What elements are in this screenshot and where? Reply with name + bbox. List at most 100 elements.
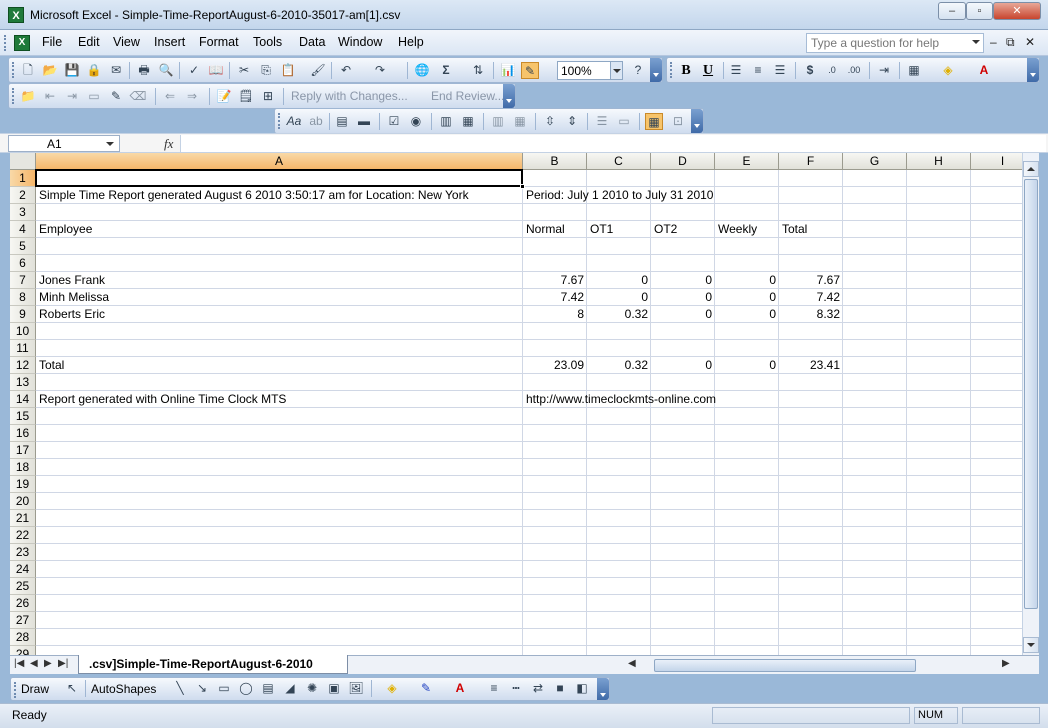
row-header-13[interactable]: 13 [10, 374, 36, 391]
show-comments-icon[interactable]: 🗒 [237, 88, 255, 105]
chevron-down-icon[interactable] [106, 142, 114, 146]
menu-grip[interactable] [4, 35, 7, 51]
scroll-down-button[interactable] [1023, 637, 1039, 653]
underline-icon[interactable]: U [699, 62, 717, 79]
draw-menu-button[interactable]: Draw [21, 682, 49, 696]
name-box[interactable]: A1 [8, 135, 120, 152]
scroll-thumb[interactable] [654, 659, 916, 672]
dash-style-icon[interactable]: ┅ [507, 680, 525, 697]
row-header-16[interactable]: 16 [10, 425, 36, 442]
autosum-icon[interactable]: Σ [437, 62, 455, 79]
column-header-a[interactable]: A [36, 153, 523, 170]
row-header-15[interactable]: 15 [10, 408, 36, 425]
button-icon[interactable]: ▬ [355, 113, 373, 130]
help-search-input[interactable]: Type a question for help [806, 33, 984, 53]
row-header-6[interactable]: 6 [10, 255, 36, 272]
picture-icon[interactable]: 🖼 [347, 680, 365, 697]
scroll-thumb[interactable] [1024, 179, 1038, 609]
end-review-button[interactable]: End Review... [431, 89, 504, 103]
align-center-icon[interactable]: ≡ [749, 62, 767, 79]
fill-color-icon[interactable]: ◈ [939, 62, 957, 79]
fill-color-icon[interactable]: ◈ [383, 680, 401, 697]
toolbar-options-button[interactable] [691, 109, 703, 133]
format-painter-icon[interactable]: 🖌 [309, 62, 327, 79]
cell-a12[interactable]: Total [36, 357, 67, 374]
menu-window[interactable]: Window [338, 35, 382, 49]
copy-icon[interactable]: ⎘ [257, 62, 275, 79]
row-header-28[interactable]: 28 [10, 629, 36, 646]
cell-e7[interactable]: 0 [715, 272, 779, 289]
toolbar-options-button[interactable] [650, 58, 662, 82]
combo-list-icon[interactable]: ▥ [489, 113, 507, 130]
cell-b8[interactable]: 7.42 [523, 289, 587, 306]
first-sheet-button[interactable]: |◀ [14, 658, 24, 669]
row-header-9[interactable]: 9 [10, 306, 36, 323]
row-header-11[interactable]: 11 [10, 340, 36, 357]
spreadsheet-grid[interactable]: A B C D E F G H I 1 2 3 4 5 6 7 8 9 10 11 12 13 14 15 16 17 18 19 20… [10, 153, 1022, 655]
row-header-5[interactable]: 5 [10, 238, 36, 255]
chart-wizard-icon[interactable]: 📊 [499, 62, 517, 79]
folder-icon[interactable]: 📁 [19, 88, 37, 105]
autoshapes-menu-button[interactable]: AutoShapes [91, 682, 156, 696]
cell-a14[interactable]: Report generated with Online Time Clock … [36, 391, 289, 408]
cell-a9[interactable]: Roberts Eric [36, 306, 108, 323]
row-header-1[interactable]: 1 [10, 170, 36, 187]
zoom-select[interactable]: 100% [557, 61, 623, 80]
row-header-27[interactable]: 27 [10, 612, 36, 629]
toolbar-grip[interactable] [12, 88, 15, 104]
cell-d4[interactable]: OT2 [651, 221, 680, 238]
option-button-icon[interactable]: ◉ [407, 113, 425, 130]
cell-f7[interactable]: 7.67 [779, 272, 843, 289]
font-color-icon[interactable]: A [451, 680, 469, 697]
cell-f9[interactable]: 8.32 [779, 306, 843, 323]
cell-a7[interactable]: Jones Frank [36, 272, 108, 289]
next-sheet-button[interactable]: ▶ [44, 658, 52, 669]
toggle-grid-icon[interactable]: ▦ [645, 113, 663, 130]
toolbar-grip[interactable] [278, 113, 281, 129]
group-box-icon[interactable]: ▤ [333, 113, 351, 130]
3d-icon[interactable]: ◧ [573, 680, 591, 697]
scroll-left-button[interactable]: ◀ [628, 658, 636, 669]
drawing-toggle-icon[interactable]: ✎ [521, 62, 539, 79]
send-icon[interactable]: ⇤ [41, 88, 59, 105]
sheet-tab-active[interactable]: .csv]Simple-Time-ReportAugust-6-2010 [78, 655, 348, 674]
column-header-e[interactable]: E [715, 153, 779, 170]
sort-ascending-icon[interactable]: ⇅ [469, 62, 487, 79]
cell-b2[interactable]: Period: July 1 2010 to July 31 2010 [523, 187, 716, 204]
reply-with-changes-button[interactable]: Reply with Changes... [291, 89, 408, 103]
combo-dropdown-icon[interactable]: ▦ [511, 113, 529, 130]
cell-b7[interactable]: 7.67 [523, 272, 587, 289]
cell-a4[interactable]: Employee [36, 221, 95, 238]
row-header-22[interactable]: 22 [10, 527, 36, 544]
workbook-restore-button[interactable]: ⧉ [1006, 35, 1015, 50]
toolbar-grip[interactable] [14, 682, 17, 698]
menu-data[interactable]: Data [299, 35, 325, 49]
diagram-icon[interactable]: ✺ [303, 680, 321, 697]
select-all-button[interactable] [10, 153, 36, 170]
save-icon[interactable]: 💾 [63, 62, 81, 79]
combo-box-icon[interactable]: ▦ [459, 113, 477, 130]
menu-insert[interactable]: Insert [154, 35, 185, 49]
row-header-2[interactable]: 2 [10, 187, 36, 204]
row-header-8[interactable]: 8 [10, 289, 36, 306]
paste-icon[interactable]: 📋 [279, 62, 297, 79]
scroll-up-button[interactable] [1023, 161, 1039, 177]
line-color-icon[interactable]: ✎ [417, 680, 435, 697]
menu-edit[interactable]: Edit [78, 35, 100, 49]
control-properties-icon[interactable]: ☰ [593, 113, 611, 130]
review-icon[interactable]: ⊞ [259, 88, 277, 105]
cell-a8[interactable]: Minh Melissa [36, 289, 112, 306]
edit-code-icon[interactable]: ▭ [615, 113, 633, 130]
toolbar-options-button[interactable] [1027, 58, 1039, 82]
arrow-style-icon[interactable]: ⇄ [529, 680, 547, 697]
select-objects-icon[interactable]: ↖ [63, 680, 81, 697]
redo-icon[interactable]: ↷ [371, 62, 389, 79]
cell-f4[interactable]: Total [779, 221, 810, 238]
cell-c9[interactable]: 0.32 [587, 306, 651, 323]
text-box-icon[interactable]: ▤ [259, 680, 277, 697]
column-header-d[interactable]: D [651, 153, 715, 170]
toolbar-grip[interactable] [12, 62, 15, 78]
active-cell-selection[interactable] [35, 169, 523, 187]
scroll-bar-icon[interactable]: ⇳ [541, 113, 559, 130]
row-header-21[interactable]: 21 [10, 510, 36, 527]
